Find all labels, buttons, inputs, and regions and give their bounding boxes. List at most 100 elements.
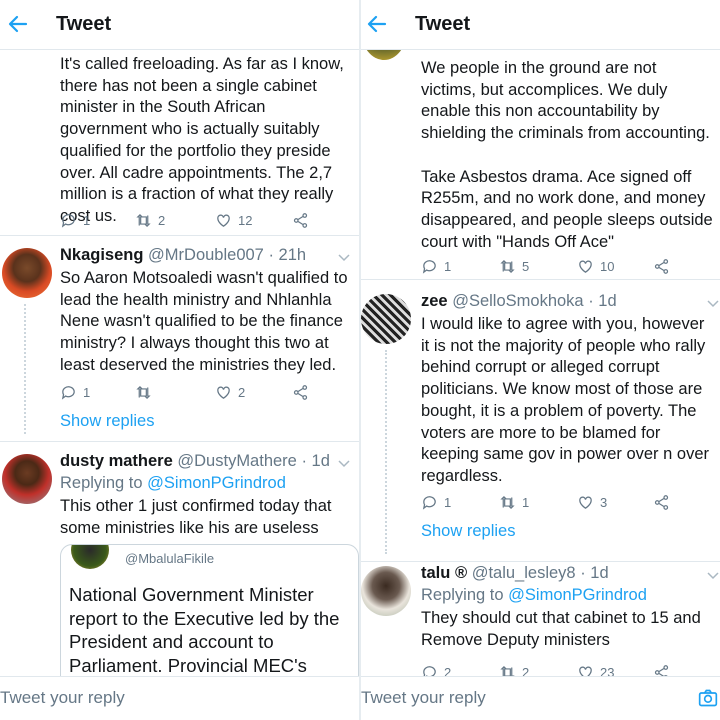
heart-icon xyxy=(217,214,230,227)
retweet-button[interactable]: 2 xyxy=(499,662,529,676)
like-count: 12 xyxy=(238,212,253,228)
heart-icon xyxy=(579,260,592,273)
like-button[interactable]: 3 xyxy=(577,492,607,512)
like-count: 10 xyxy=(600,258,615,274)
quoted-text: National Government Minister report to t… xyxy=(69,584,340,676)
arrow-left-icon[interactable] xyxy=(365,12,389,36)
show-replies-link[interactable]: Show replies xyxy=(60,412,154,431)
chevron-down-icon[interactable] xyxy=(337,456,351,470)
reply-icon xyxy=(422,495,436,510)
display-name[interactable]: zee xyxy=(421,292,448,310)
reply-count: 2 xyxy=(444,664,452,677)
share-button[interactable] xyxy=(292,210,309,230)
reply-button[interactable]: 2 xyxy=(421,662,451,676)
avatar[interactable] xyxy=(2,454,52,504)
reply-button[interactable]: 1 xyxy=(60,210,90,230)
reply-icon xyxy=(61,213,75,228)
page-title: Tweet xyxy=(56,13,112,35)
display-name[interactable]: talu xyxy=(421,564,450,582)
like-button[interactable]: 2 xyxy=(215,382,245,402)
like-button[interactable]: 10 xyxy=(577,256,614,276)
retweet-button[interactable]: 5 xyxy=(499,256,529,276)
reply-icon xyxy=(422,259,436,274)
reply-icon xyxy=(423,665,436,676)
reply-button[interactable]: 1 xyxy=(60,382,90,402)
share-button[interactable] xyxy=(653,256,670,276)
retweet-button[interactable]: 1 xyxy=(499,492,529,512)
avatar[interactable] xyxy=(361,566,411,616)
tweet[interactable]: Nkagiseng @MrDouble007 · 21h So Aaron Mo… xyxy=(0,236,359,442)
left-tweet-screen: Tweet It's called freeloading. As far as… xyxy=(0,0,359,720)
tweet-text: I would like to agree with you, however … xyxy=(421,315,709,485)
right-tweet-screen: Tweet We people in the ground are not vi… xyxy=(361,0,720,720)
user-handle[interactable]: @SelloSmokhoka xyxy=(452,292,583,310)
avatar[interactable] xyxy=(361,294,411,344)
tweet-actions: 1 2 xyxy=(60,382,339,402)
tweet-text: We people in the ground are not victims,… xyxy=(421,59,710,143)
chevron-down-icon[interactable] xyxy=(337,250,351,264)
top-bar: Tweet xyxy=(361,0,720,50)
reply-button[interactable]: 1 xyxy=(421,256,451,276)
retweet-icon xyxy=(136,213,151,227)
chevron-down-icon[interactable] xyxy=(706,568,720,582)
retweet-icon xyxy=(500,665,515,676)
tweet-time: · 1d xyxy=(301,452,330,470)
thread-line xyxy=(385,350,387,554)
tweet-time: · 1d xyxy=(588,292,617,310)
retweet-count: 5 xyxy=(522,258,530,274)
chevron-down-icon[interactable] xyxy=(706,296,720,310)
camera-icon[interactable] xyxy=(698,688,718,708)
reply-count: 1 xyxy=(444,494,452,510)
avatar[interactable] xyxy=(361,50,407,60)
user-handle[interactable]: @talu_lesley8 xyxy=(472,564,576,582)
reply-bar: Tweet your reply xyxy=(0,676,359,720)
replying-to-handle-link[interactable]: @SimonPGrindrod xyxy=(508,586,647,604)
thread-line xyxy=(24,304,26,434)
tweet[interactable]: talu ® @talu_lesley8 · 1d Replying to @S… xyxy=(361,562,720,676)
like-count: 2 xyxy=(238,384,246,400)
user-handle[interactable]: @DustyMathere xyxy=(177,452,296,470)
like-button[interactable]: 23 xyxy=(577,662,614,676)
tweet[interactable]: zee @SelloSmokhoka · 1d I would like to … xyxy=(361,280,720,562)
replying-to: Replying to @SimonPGrindrod xyxy=(421,586,647,604)
reply-input[interactable]: Tweet your reply xyxy=(0,688,125,708)
share-icon xyxy=(654,494,669,510)
share-icon xyxy=(293,212,308,228)
tweet[interactable]: We people in the ground are not victims,… xyxy=(361,50,720,280)
share-button[interactable] xyxy=(653,492,670,512)
quoted-tweet[interactable]: @MbalulaFikile National Government Minis… xyxy=(60,544,359,676)
display-name[interactable]: dusty mathere xyxy=(60,452,173,470)
reply-count: 1 xyxy=(83,384,91,400)
user-handle[interactable]: @MrDouble007 xyxy=(148,246,264,264)
reply-button[interactable]: 1 xyxy=(421,492,451,512)
share-icon xyxy=(293,384,308,400)
heart-icon xyxy=(579,496,592,509)
reply-input[interactable]: Tweet your reply xyxy=(361,688,486,708)
tweet-text: Take Asbestos drama. Ace signed off R255… xyxy=(421,167,713,251)
retweet-icon xyxy=(136,385,151,399)
retweet-icon xyxy=(500,259,515,273)
retweet-count: 2 xyxy=(522,664,530,677)
share-button[interactable] xyxy=(292,382,309,402)
page-title: Tweet xyxy=(415,13,471,35)
retweet-count: 2 xyxy=(158,212,166,228)
replying-to-handle-link[interactable]: @SimonPGrindrod xyxy=(147,474,286,492)
tweet-time: · 1d xyxy=(580,564,609,582)
display-name[interactable]: Nkagiseng xyxy=(60,246,143,264)
tweet[interactable]: dusty mathere @DustyMathere · 1d Replyin… xyxy=(0,442,359,676)
reply-count: 1 xyxy=(444,258,452,274)
quoted-avatar xyxy=(71,545,109,569)
retweet-button[interactable] xyxy=(135,382,158,402)
tweet[interactable]: It's called freeloading. As far as I kno… xyxy=(0,50,359,236)
heart-icon xyxy=(217,386,230,399)
like-button[interactable]: 12 xyxy=(215,210,252,230)
show-replies-link[interactable]: Show replies xyxy=(421,522,515,541)
tweet-actions: 1 1 3 xyxy=(421,492,700,512)
avatar[interactable] xyxy=(2,248,52,298)
retweet-icon xyxy=(500,495,515,509)
retweet-count: 1 xyxy=(522,494,530,510)
arrow-left-icon[interactable] xyxy=(6,12,30,36)
retweet-button[interactable]: 2 xyxy=(135,210,165,230)
share-button[interactable] xyxy=(653,662,670,676)
top-bar: Tweet xyxy=(0,0,359,50)
